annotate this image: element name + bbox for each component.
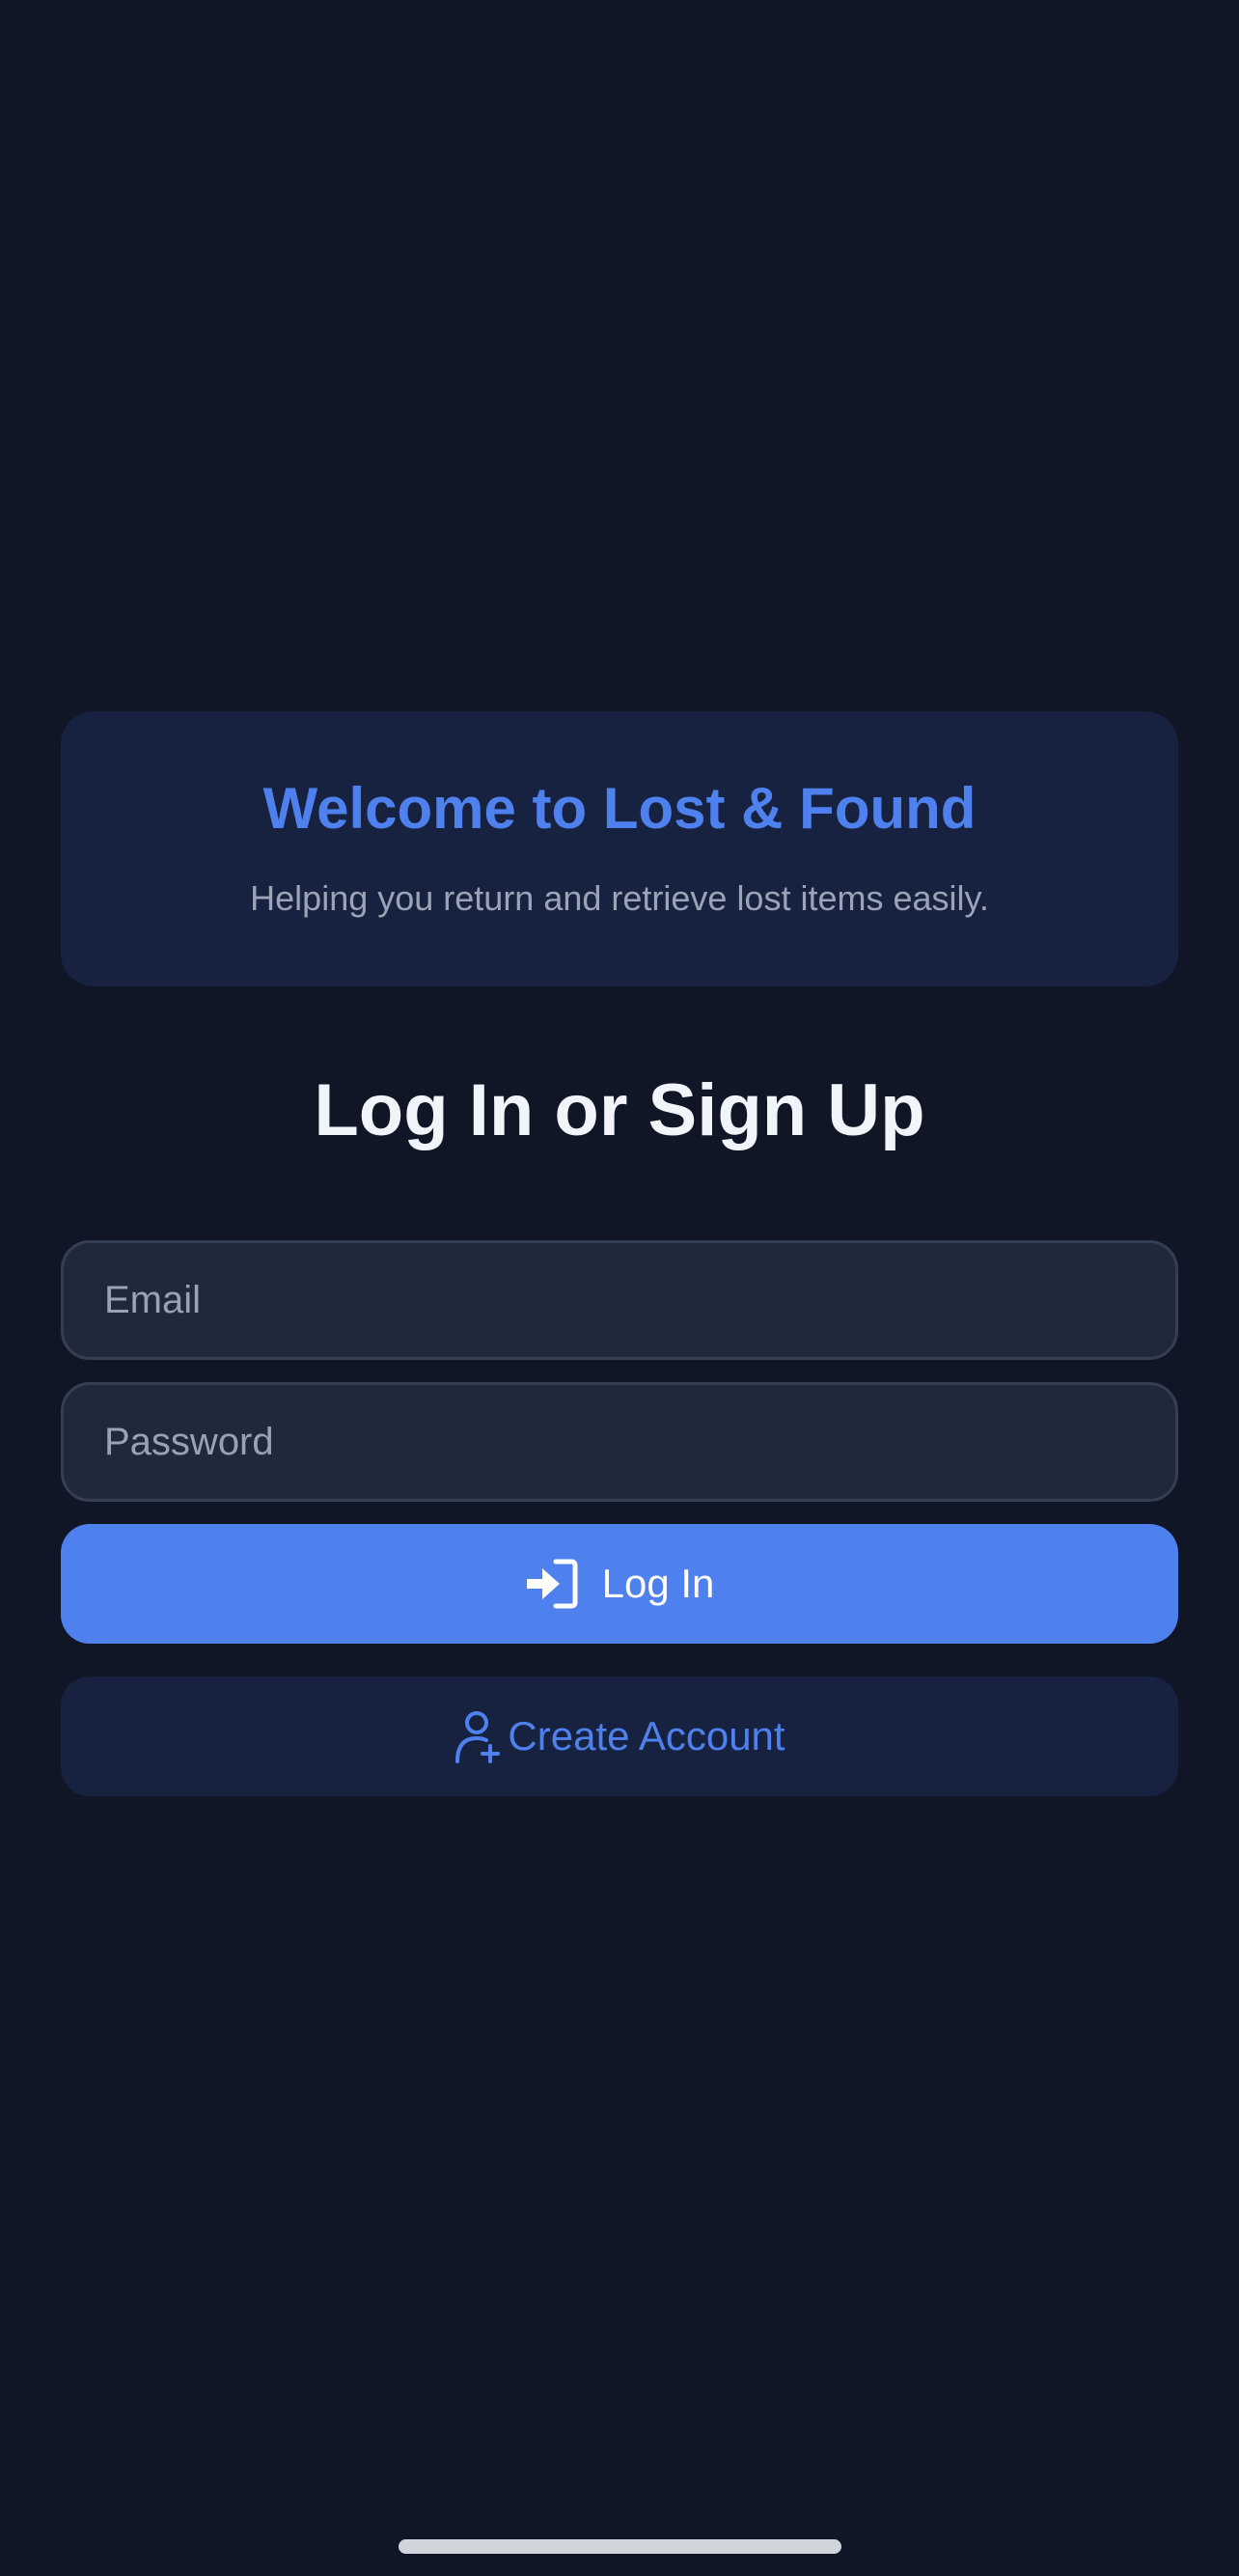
login-button[interactable]: Log In [61,1524,1178,1644]
welcome-title: Welcome to Lost & Found [262,776,977,841]
page-title: Log In or Sign Up [314,1069,925,1151]
login-button-label: Log In [601,1561,715,1606]
email-field[interactable] [61,1240,1178,1360]
home-indicator[interactable] [399,2539,841,2554]
create-account-label: Create Account [508,1713,785,1759]
welcome-card: Welcome to Lost & Found Helping you retu… [61,711,1178,986]
password-field[interactable] [61,1382,1178,1502]
login-screen: Welcome to Lost & Found Helping you retu… [0,0,1239,2576]
log-in-icon [525,1556,581,1612]
welcome-subtitle: Helping you return and retrieve lost ite… [250,878,989,918]
create-account-button[interactable]: Create Account [61,1676,1178,1796]
user-plus-icon [454,1709,502,1763]
